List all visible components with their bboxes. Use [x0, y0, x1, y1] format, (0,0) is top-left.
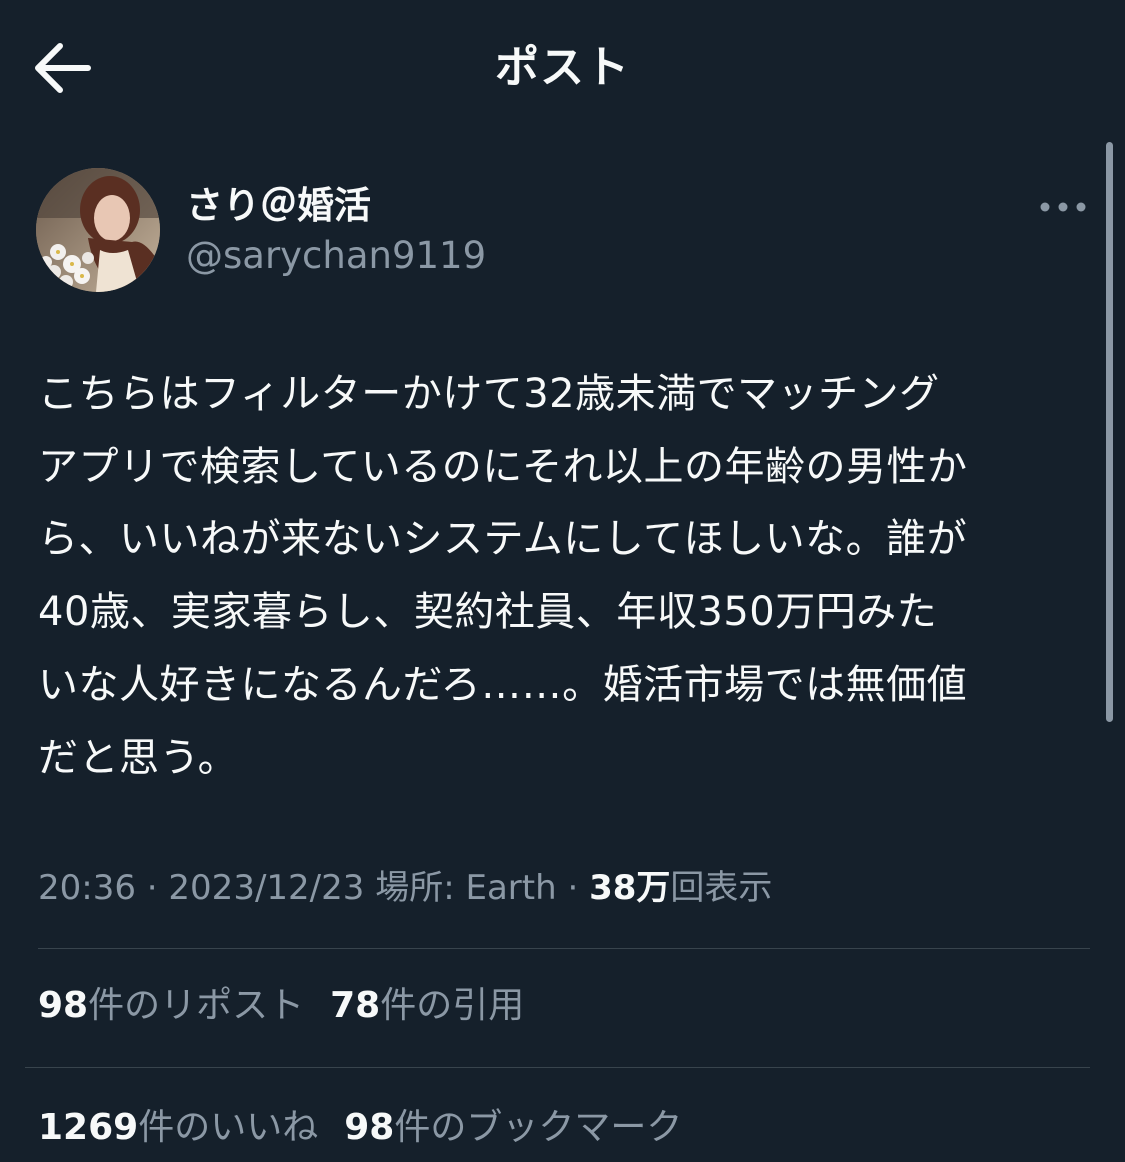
scrollbar[interactable]	[1106, 142, 1113, 722]
meta-separator: ·	[135, 868, 169, 908]
reposts-label: 件のリポスト	[88, 985, 305, 1026]
bookmarks-stat[interactable]: 98件のブックマーク	[344, 1102, 682, 1154]
more-horizontal-icon	[1040, 202, 1086, 212]
quotes-stat[interactable]: 78件の引用	[330, 980, 524, 1032]
post-date[interactable]: 2023/12/23	[168, 868, 364, 908]
display-name[interactable]: さり＠婚活	[186, 180, 371, 232]
views-label: 回表示	[670, 868, 773, 908]
profile-photo	[36, 168, 160, 292]
avatar[interactable]	[36, 168, 160, 292]
likes-stat[interactable]: 1269件のいいね	[38, 1102, 318, 1154]
divider	[25, 1067, 1090, 1068]
quotes-label: 件の引用	[380, 985, 525, 1026]
stats-row-likes-bookmarks: 1269件のいいね 98件のブックマーク	[38, 1102, 708, 1154]
top-bar: ポスト	[0, 0, 1125, 135]
post-time[interactable]: 20:36	[38, 868, 136, 908]
quotes-count: 78	[330, 985, 381, 1026]
stats-row-reposts-quotes: 98件のリポスト 78件の引用	[38, 980, 550, 1032]
post-metadata: 20:36 · 2023/12/23 場所: Earth · 38万回表示	[38, 862, 772, 914]
meta-separator: ·	[556, 868, 590, 908]
bookmarks-label: 件のブックマーク	[394, 1107, 683, 1148]
user-handle[interactable]: @sarychan9119	[186, 230, 486, 282]
likes-count: 1269	[38, 1107, 139, 1148]
reposts-count: 98	[38, 985, 89, 1026]
location-label: 場所:	[364, 868, 466, 908]
post-text: こちらはフィルターかけて32歳未満でマッチング アプリで検索しているのにそれ以上…	[38, 371, 968, 781]
more-options-button[interactable]	[1036, 192, 1090, 222]
page-title: ポスト	[495, 42, 630, 93]
likes-label: 件のいいね	[138, 1107, 319, 1148]
divider	[38, 948, 1090, 949]
reposts-stat[interactable]: 98件のリポスト	[38, 980, 304, 1032]
location-value[interactable]: Earth	[465, 868, 556, 908]
views-count: 38万	[589, 868, 671, 908]
bookmarks-count: 98	[344, 1107, 395, 1148]
